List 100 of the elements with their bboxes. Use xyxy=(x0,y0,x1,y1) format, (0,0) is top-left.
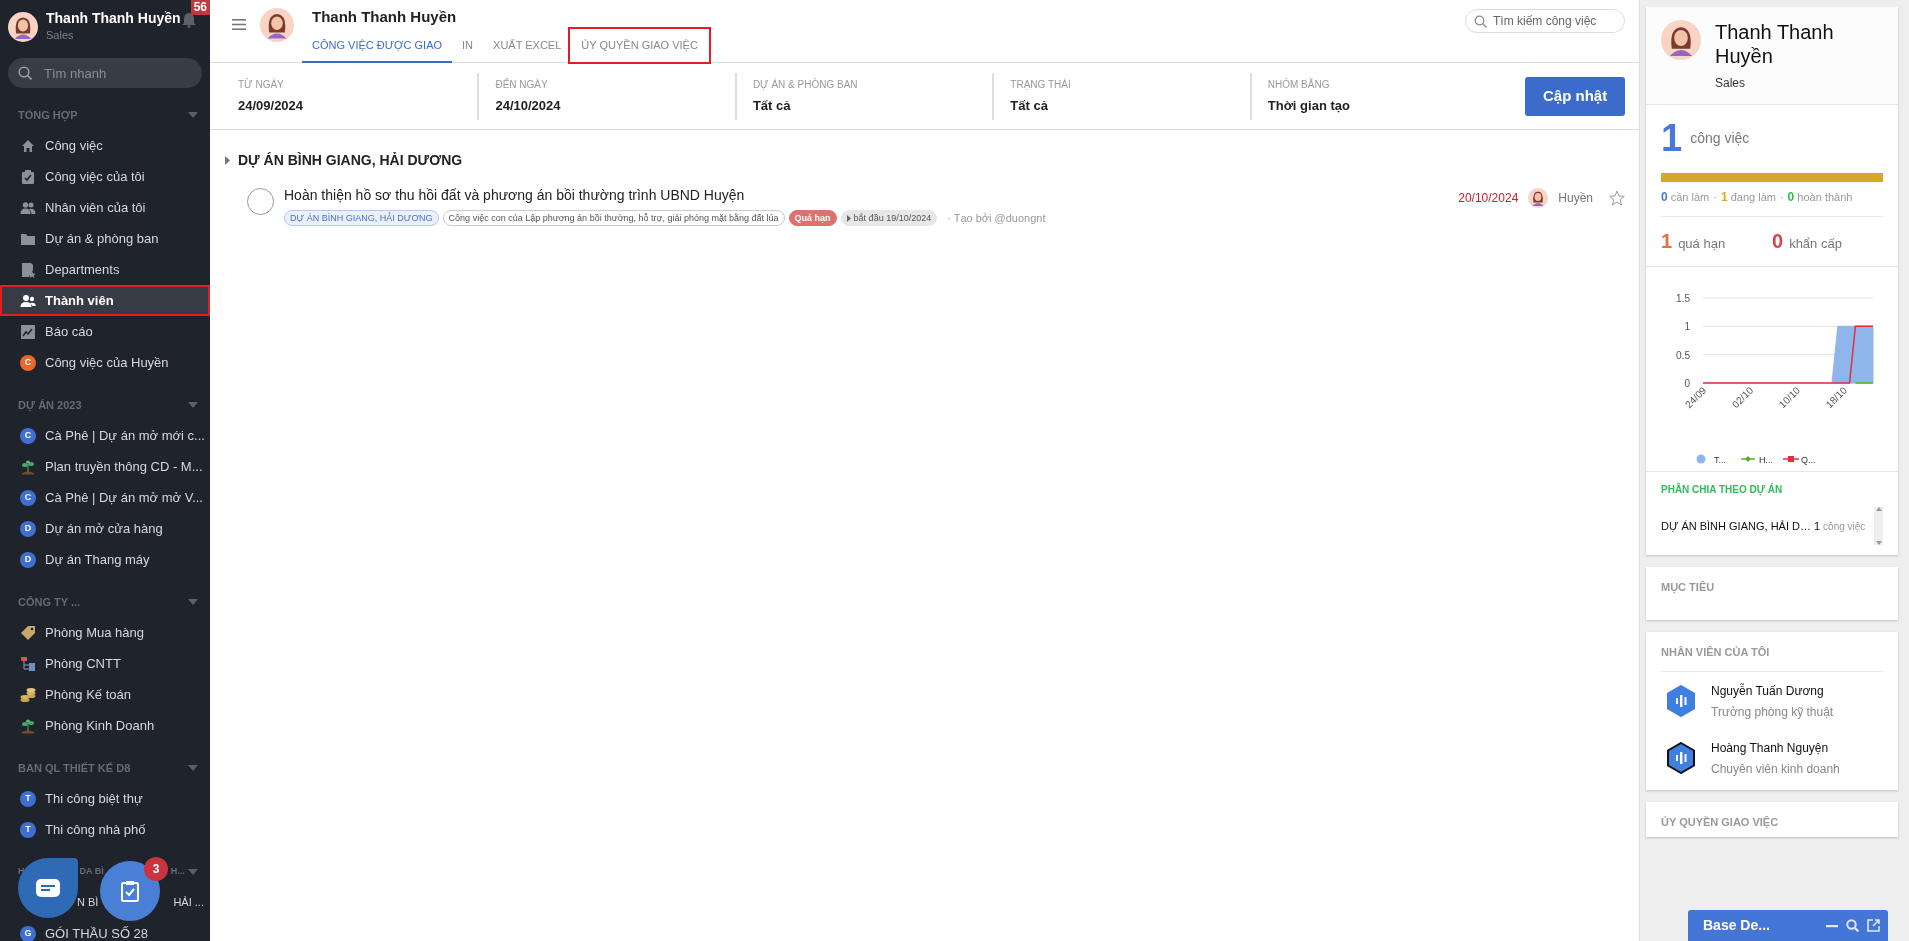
tab[interactable]: CÔNG VIỆC ĐƯỢC GIAO xyxy=(302,28,453,63)
person-name[interactable]: Hoàng Thanh Nguyện xyxy=(1711,738,1840,757)
tab[interactable]: XUẤT EXCEL xyxy=(483,28,572,63)
card-title: ỦY QUYỀN GIAO VIỆC xyxy=(1660,814,1780,830)
caret-icon xyxy=(188,402,198,408)
search-input[interactable]: Tìm kiếm công việc xyxy=(1491,10,1616,32)
legend-marker xyxy=(1740,456,1756,462)
project-name: DỰ ÁN BÌNH GIANG, HẢI D… xyxy=(1661,518,1811,534)
page-title: Thanh Thanh Huyền xyxy=(312,7,458,27)
section-title: DỰ ÁN 2023 xyxy=(18,397,82,414)
sidebar-item[interactable]: D Dự án Thang máy xyxy=(0,544,210,575)
filter-value[interactable]: Tất cả xyxy=(1010,95,1250,116)
letter-icon: D xyxy=(20,520,36,537)
letter-icon: D xyxy=(20,551,36,568)
sidebar-item[interactable]: C Công việc của Huyền xyxy=(0,347,210,378)
letter-icon: C xyxy=(20,489,36,506)
search-field[interactable]: Tìm nhanh xyxy=(8,58,202,88)
sidebar-item[interactable]: C Cà Phê | Dự án mở mới c... xyxy=(0,420,210,451)
letter-icon: T xyxy=(20,821,36,838)
filter-label: NHÓM BẰNG xyxy=(1267,77,1331,92)
task-count: 1 xyxy=(1661,119,1683,157)
tab[interactable]: IN xyxy=(452,28,484,63)
caret-icon xyxy=(188,599,198,605)
section-title: DA BÌ xyxy=(79,865,104,879)
card-title: MỤC TIÊU xyxy=(1660,580,1716,596)
chat-button[interactable] xyxy=(18,858,78,918)
user-name: Thanh Thanh Huyền xyxy=(46,10,181,28)
org-chart-icon xyxy=(20,655,36,672)
clipboard-check-icon xyxy=(121,880,139,902)
sidebar-item[interactable]: Phòng Kế toán xyxy=(0,679,210,710)
task-tag: Quá hạn xyxy=(788,210,837,227)
external-link-icon[interactable] xyxy=(1867,919,1880,932)
alert-label: khẩn cấp xyxy=(1789,235,1842,253)
notification-badge: 56 xyxy=(190,0,210,16)
separator-dot: · xyxy=(1779,191,1784,203)
sidebar-item[interactable]: T Thi công biệt thự xyxy=(0,783,210,814)
sidebar-item[interactable]: G GÓI THẦU SỐ 28 xyxy=(0,918,210,941)
search-icon[interactable] xyxy=(1846,919,1859,932)
search-icon xyxy=(1474,14,1487,28)
menu-icon[interactable] xyxy=(232,19,246,30)
sidebar-item[interactable]: Báo cáo xyxy=(0,316,210,347)
update-button[interactable]: Cập nhật xyxy=(1525,76,1625,116)
filter-label: TỪ NGÀY xyxy=(238,77,285,92)
filter-label: DỰ ÁN & PHÒNG BAN xyxy=(752,77,859,92)
sidebar-item[interactable]: Công việc xyxy=(0,130,210,161)
sidebar-item[interactable]: Dự án & phòng ban xyxy=(0,223,210,254)
document-star-icon xyxy=(20,261,36,278)
sidebar-item[interactable]: Phòng CNTT xyxy=(0,648,210,679)
filter-value[interactable]: 24/10/2024 xyxy=(495,95,735,116)
sidebar-item[interactable]: D Dự án mở cửa hàng xyxy=(0,513,210,544)
sidebar-item[interactable]: Nhân viên của tôi xyxy=(0,192,210,223)
count-badge: 3 xyxy=(144,857,168,881)
sidebar-item[interactable]: Plan truyền thông CD - M... xyxy=(0,451,210,482)
scroll-up-icon[interactable] xyxy=(1875,507,1882,511)
section-title: TỔNG HỢP xyxy=(18,107,78,124)
legend-marker xyxy=(1782,456,1800,462)
caret-icon[interactable] xyxy=(225,156,230,165)
section-title: PHÂN CHIA THEO DỰ ÁN xyxy=(1661,482,1784,497)
sidebar-item-text[interactable]: N BÌ xyxy=(77,894,99,911)
letter-icon: G xyxy=(20,925,36,941)
sidebar-item-text[interactable]: HẢI ... xyxy=(173,894,204,911)
search-input[interactable]: Tìm nhanh xyxy=(42,58,192,88)
plant-icon xyxy=(20,458,36,475)
legend-label[interactable]: H... xyxy=(1759,454,1773,465)
series-area xyxy=(1831,325,1874,384)
sidebar-item[interactable]: Phòng Kinh Doanh xyxy=(0,710,210,741)
bell-icon[interactable] xyxy=(182,12,196,28)
filter-value[interactable]: 24/09/2024 xyxy=(238,95,478,116)
task-tag: Công việc con của Lập phương án bồi thường, hỗ trợ, giải phóng mặt bằng đất lúa xyxy=(442,210,785,227)
filter-value[interactable]: Tất cả xyxy=(752,95,993,116)
tab[interactable]: ỦY QUYỀN GIAO VIỆC xyxy=(569,28,710,63)
caret-icon xyxy=(188,765,198,771)
person-name[interactable]: Nguyễn Tuấn Dương xyxy=(1711,681,1834,700)
task-title[interactable]: Hoàn thiện hồ sơ thu hồi đất và phương án bồi thường trình UBND Huyện xyxy=(284,185,1046,206)
legend-label[interactable]: T... xyxy=(1714,454,1726,465)
profile-role: Sales xyxy=(1715,75,1747,92)
filter-value[interactable]: Thời gian tạo xyxy=(1267,95,1510,116)
sidebar-item[interactable]: Thành viên xyxy=(0,285,210,316)
sidebar-item[interactable]: C Cà Phê | Dự án mở mở V... xyxy=(0,482,210,513)
count-label: công việc xyxy=(1690,128,1750,148)
legend-marker xyxy=(1696,454,1706,464)
star-icon[interactable] xyxy=(1609,190,1625,206)
letter-icon: T xyxy=(20,790,36,807)
legend-label[interactable]: Q... xyxy=(1801,454,1816,465)
separator-dot: · xyxy=(1713,191,1717,203)
task-checkbox[interactable] xyxy=(247,188,274,215)
letter-icon: C xyxy=(20,427,36,444)
profile-name: Thanh Thanh Huyền xyxy=(1715,20,1835,68)
caret-icon xyxy=(846,214,851,222)
sidebar-item[interactable]: Departments xyxy=(0,254,210,285)
chat-bar[interactable]: Base De... xyxy=(1688,910,1888,941)
sidebar-item[interactable]: Công việc của tôi xyxy=(0,161,210,192)
sidebar-item[interactable]: Phòng Mua hàng xyxy=(0,617,210,648)
scroll-down-icon[interactable] xyxy=(1875,541,1882,545)
avatar-icon xyxy=(1528,188,1549,208)
sidebar-item[interactable]: T Thi công nhà phố xyxy=(0,814,210,845)
avatar-icon xyxy=(260,8,294,42)
user-role: Sales xyxy=(46,28,75,44)
caret-icon xyxy=(188,112,198,118)
hexagon-avatar-icon xyxy=(1665,742,1697,774)
